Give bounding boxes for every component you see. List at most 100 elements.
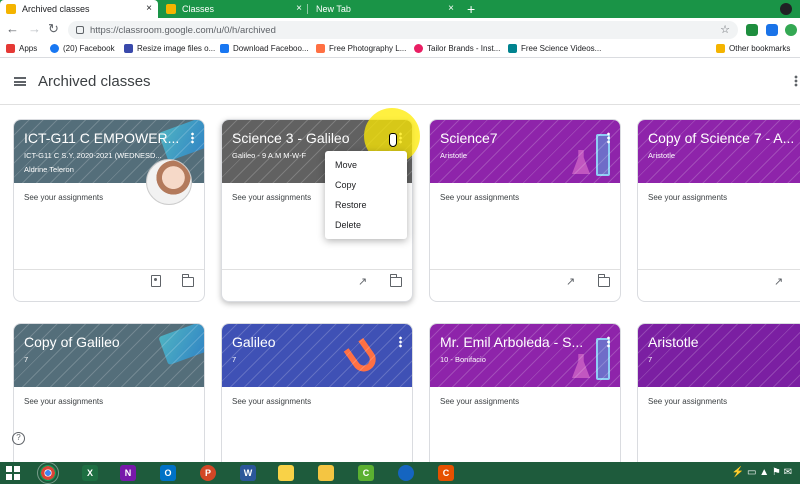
more-options-icon[interactable] <box>607 336 610 348</box>
bookmark-apps[interactable]: Apps <box>6 44 37 53</box>
class-title[interactable]: ICT-G11 C EMPOWER... <box>24 130 180 146</box>
bookmark-other[interactable]: Other bookmarks <box>716 44 790 53</box>
powerpoint-icon[interactable]: P <box>200 465 216 481</box>
class-card[interactable]: ICT-G11 C EMPOWER... ICT-G11 C S.Y. 2020… <box>13 119 205 302</box>
menu-item-delete[interactable]: Delete <box>325 215 407 235</box>
class-section: Aristotle <box>648 151 676 160</box>
class-title[interactable]: Copy of Science 7 - A... <box>648 130 800 146</box>
extension-icon[interactable] <box>746 24 758 36</box>
class-card[interactable]: Aristotle 7 See your assignments <box>637 323 800 462</box>
classroom-favicon-icon <box>166 4 176 14</box>
class-banner[interactable]: Aristotle 7 <box>638 324 800 387</box>
url-text: https://classroom.google.com/u/0/h/archi… <box>90 24 276 36</box>
tab-archived-classes[interactable]: Archived classes × <box>0 0 158 18</box>
trending-up-icon[interactable]: ↗ <box>774 277 786 288</box>
more-options-icon[interactable] <box>191 132 194 144</box>
system-tray[interactable]: ⚡ ▭ ▲ ⚑ ✉ <box>732 467 792 478</box>
see-assignments-link[interactable]: See your assignments <box>648 397 727 406</box>
bookmarks-bar: Apps (20) Facebook Resize image files o.… <box>0 42 800 58</box>
class-title[interactable]: Galileo <box>232 334 388 350</box>
class-card[interactable]: Galileo 7 See your assignments <box>221 323 413 462</box>
tab-search-icon[interactable] <box>780 3 792 15</box>
class-card[interactable]: Copy of Science 7 - A... Aristotle See y… <box>637 119 800 302</box>
excel-icon[interactable]: X <box>82 465 98 481</box>
folder-icon[interactable] <box>389 274 402 287</box>
camtasia-recorder-icon[interactable]: C <box>438 465 454 481</box>
chrome-icon[interactable] <box>37 462 59 484</box>
class-section: Aristotle <box>440 151 468 160</box>
class-banner[interactable]: Copy of Galileo 7 <box>14 324 204 387</box>
student-work-icon[interactable] <box>151 275 161 287</box>
class-card[interactable]: Science7 Aristotle See your assignments … <box>429 119 621 302</box>
trending-up-icon[interactable]: ↗ <box>358 277 370 288</box>
bookmark-star-icon[interactable]: ☆ <box>720 23 730 36</box>
headset-app-icon[interactable] <box>398 465 414 481</box>
more-options-icon[interactable] <box>607 132 610 144</box>
resize-image-icon <box>124 44 133 53</box>
bookmark-free-photography[interactable]: Free Photography L... <box>316 44 406 53</box>
extension-icon[interactable] <box>766 24 778 36</box>
facebook-icon <box>220 44 229 53</box>
help-icon[interactable]: ? <box>12 432 25 445</box>
close-tab-icon[interactable]: × <box>146 3 152 14</box>
see-assignments-link[interactable]: See your assignments <box>648 193 727 202</box>
class-banner[interactable]: Mr. Emil Arboleda - S... 10 - Bonifacio <box>430 324 620 387</box>
bookmark-download-facebook[interactable]: Download Faceboo... <box>220 44 309 53</box>
see-assignments-link[interactable]: See your assignments <box>232 397 311 406</box>
reload-icon[interactable]: ↻ <box>48 21 59 37</box>
folder-icon[interactable] <box>181 274 194 287</box>
word-icon[interactable]: W <box>240 465 256 481</box>
close-tab-icon[interactable]: × <box>296 3 302 14</box>
facebook-icon <box>50 44 59 53</box>
class-banner[interactable]: Copy of Science 7 - A... Aristotle <box>638 120 800 183</box>
tab-label: Archived classes <box>22 4 90 14</box>
forward-arrow-icon[interactable]: → <box>28 21 41 36</box>
menu-item-copy[interactable]: Copy <box>325 175 407 195</box>
see-assignments-link[interactable]: See your assignments <box>24 397 103 406</box>
class-teacher: Aldrine Teleron <box>24 165 74 174</box>
tab-new-tab[interactable]: New Tab × <box>310 0 460 18</box>
outlook-icon[interactable]: O <box>160 465 176 481</box>
class-title[interactable]: Mr. Emil Arboleda - S... <box>440 334 596 350</box>
bookmark-free-science-videos[interactable]: Free Science Videos... <box>508 44 601 53</box>
address-bar[interactable]: https://classroom.google.com/u/0/h/archi… <box>68 21 738 39</box>
class-section: 7 <box>24 355 29 364</box>
back-arrow-icon[interactable]: ← <box>6 21 19 36</box>
see-assignments-link[interactable]: See your assignments <box>440 397 519 406</box>
class-card[interactable]: Mr. Emil Arboleda - S... 10 - Bonifacio … <box>429 323 621 462</box>
bookmark-tailor-brands[interactable]: Tailor Brands - Inst... <box>414 44 500 53</box>
main-menu-icon[interactable] <box>14 77 26 86</box>
onenote-icon[interactable]: N <box>120 465 136 481</box>
profile-icon[interactable] <box>785 24 797 36</box>
google-apps-icon[interactable] <box>794 75 798 87</box>
tab-classes[interactable]: Classes × <box>160 0 308 18</box>
folder-app-icon[interactable] <box>318 465 334 481</box>
class-title[interactable]: Aristotle <box>648 334 782 350</box>
menu-item-move[interactable]: Move <box>325 155 407 175</box>
class-title[interactable]: Science7 <box>440 130 596 146</box>
windows-start-icon[interactable] <box>6 466 20 480</box>
new-tab-button[interactable]: + <box>467 0 475 18</box>
bookmark-resize-image[interactable]: Resize image files o... <box>124 44 215 53</box>
classroom-app-bar: Archived classes <box>0 59 800 105</box>
class-banner[interactable]: Science7 Aristotle <box>430 120 620 183</box>
class-banner[interactable]: Galileo 7 <box>222 324 412 387</box>
apps-grid-icon <box>6 44 15 53</box>
camtasia-icon[interactable]: C <box>358 465 374 481</box>
class-options-menu: Move Copy Restore Delete <box>325 151 407 239</box>
see-assignments-link[interactable]: See your assignments <box>440 193 519 202</box>
file-explorer-icon[interactable] <box>278 465 294 481</box>
more-options-icon[interactable] <box>399 336 402 348</box>
close-tab-icon[interactable]: × <box>448 3 454 14</box>
menu-item-restore[interactable]: Restore <box>325 195 407 215</box>
bookmark-facebook[interactable]: (20) Facebook <box>50 44 115 53</box>
see-assignments-link[interactable]: See your assignments <box>24 193 103 202</box>
see-assignments-link[interactable]: See your assignments <box>232 193 311 202</box>
tab-label: Classes <box>182 4 215 14</box>
class-title[interactable]: Copy of Galileo <box>24 334 180 350</box>
trending-up-icon[interactable]: ↗ <box>566 277 578 288</box>
class-card[interactable]: Copy of Galileo 7 See your assignments <box>13 323 205 462</box>
folder-icon[interactable] <box>597 274 610 287</box>
hand-cursor-icon <box>389 133 397 147</box>
classroom-favicon-icon <box>6 4 16 14</box>
